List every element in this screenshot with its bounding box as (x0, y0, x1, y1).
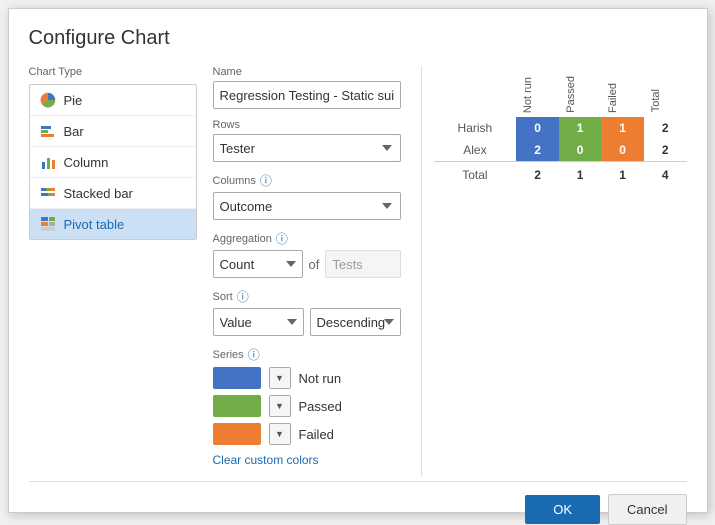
name-input[interactable] (213, 81, 401, 109)
rows-select[interactable]: Tester (213, 134, 401, 162)
passed-dropdown-btn[interactable]: ▼ (269, 395, 291, 417)
series-item-passed: ▼ Passed (213, 395, 401, 417)
sort-dir-select[interactable]: Descending (310, 308, 401, 336)
chart-type-label: Chart Type (29, 66, 197, 78)
chart-type-pie[interactable]: Pie (30, 85, 196, 116)
bar-label: Bar (64, 124, 84, 139)
col-failed: Failed (601, 66, 644, 117)
columns-select[interactable]: Outcome (213, 192, 401, 220)
columns-field-group: Columns ⓘ Outcome (213, 172, 401, 220)
bar-icon (40, 123, 56, 139)
vertical-divider (421, 66, 422, 477)
series-list: ▼ Not run ▼ Passed ▼ Failed (213, 367, 401, 445)
passed-color-swatch (213, 395, 261, 417)
total-passed: 1 (559, 161, 602, 186)
of-label: of (309, 257, 320, 272)
total-row: Total 2 1 1 4 (434, 161, 687, 186)
cell-harish-total: 2 (644, 117, 687, 139)
aggregation-info-icon[interactable]: ⓘ (276, 230, 288, 247)
clear-custom-colors-link[interactable]: Clear custom colors (213, 453, 319, 467)
name-field-group: Name (213, 66, 401, 109)
column-label: Column (64, 155, 109, 170)
total-row-header: Total (434, 161, 517, 186)
table-row: Harish 0 1 1 2 (434, 117, 687, 139)
series-field-group: Series ⓘ ▼ Not run ▼ Passed (213, 346, 401, 467)
pivot-table: Not run Passed Failed Total Harish 0 1 1 (434, 66, 687, 186)
total-grand: 4 (644, 161, 687, 186)
ok-button[interactable]: OK (525, 495, 600, 524)
stacked-bar-label: Stacked bar (64, 186, 133, 201)
chart-type-column[interactable]: Column (30, 147, 196, 178)
name-label: Name (213, 66, 401, 78)
row-header-alex: Alex (434, 139, 517, 162)
sort-select[interactable]: Value (213, 308, 304, 336)
series-info-icon[interactable]: ⓘ (248, 346, 260, 363)
table-row: Alex 2 0 0 2 (434, 139, 687, 162)
column-icon (40, 154, 56, 170)
configure-chart-dialog: Configure Chart Chart Type Pie (8, 8, 708, 513)
rows-field-group: Rows Tester (213, 119, 401, 162)
failed-label: Failed (299, 427, 334, 442)
cancel-button[interactable]: Cancel (608, 494, 686, 525)
not-run-label: Not run (299, 371, 342, 386)
dialog-body: Chart Type Pie (29, 66, 687, 477)
columns-label: Columns ⓘ (213, 172, 401, 189)
chart-type-stacked-bar[interactable]: Stacked bar (30, 178, 196, 209)
cell-alex-total: 2 (644, 139, 687, 162)
aggregation-select[interactable]: Count (213, 250, 303, 278)
cell-harish-failed: 1 (601, 117, 644, 139)
chart-type-pivot-table[interactable]: Pivot table (30, 209, 196, 239)
stacked-bar-icon (40, 185, 56, 201)
not-run-color-swatch (213, 367, 261, 389)
row-header-harish: Harish (434, 117, 517, 139)
sort-info-icon[interactable]: ⓘ (237, 288, 249, 305)
of-value: Tests (325, 250, 400, 278)
aggregation-row: Count of Tests (213, 250, 401, 278)
cell-harish-passed: 1 (559, 117, 602, 139)
cell-harish-not-run: 0 (516, 117, 559, 139)
not-run-dropdown-btn[interactable]: ▼ (269, 367, 291, 389)
dialog-title: Configure Chart (29, 27, 687, 50)
passed-label: Passed (299, 399, 342, 414)
rows-label: Rows (213, 119, 401, 131)
aggregation-label: Aggregation ⓘ (213, 230, 401, 247)
left-panel: Chart Type Pie (29, 66, 197, 477)
columns-info-icon[interactable]: ⓘ (260, 172, 272, 189)
middle-panel: Name Rows Tester Columns ⓘ Outcome (197, 66, 417, 477)
aggregation-field-group: Aggregation ⓘ Count of Tests (213, 230, 401, 278)
col-total: Total (644, 66, 687, 117)
total-failed: 1 (601, 161, 644, 186)
series-label: Series ⓘ (213, 346, 401, 363)
pivot-table-wrapper: Not run Passed Failed Total Harish 0 1 1 (434, 66, 687, 477)
cell-alex-not-run: 2 (516, 139, 559, 162)
pivot-table-label: Pivot table (64, 217, 125, 232)
col-passed: Passed (559, 66, 602, 117)
series-item-failed: ▼ Failed (213, 423, 401, 445)
chart-type-list: Pie Bar (29, 84, 197, 240)
pie-icon (40, 92, 56, 108)
dialog-footer: OK Cancel (29, 481, 687, 525)
right-panel: Not run Passed Failed Total Harish 0 1 1 (426, 66, 687, 477)
pie-label: Pie (64, 93, 83, 108)
failed-dropdown-btn[interactable]: ▼ (269, 423, 291, 445)
empty-header (434, 66, 517, 117)
col-not-run: Not run (516, 66, 559, 117)
chart-type-bar[interactable]: Bar (30, 116, 196, 147)
total-not-run: 2 (516, 161, 559, 186)
sort-field-group: Sort ⓘ Value Descending (213, 288, 401, 336)
failed-color-swatch (213, 423, 261, 445)
pivot-table-icon (40, 216, 56, 232)
cell-alex-failed: 0 (601, 139, 644, 162)
sort-row: Value Descending (213, 308, 401, 336)
cell-alex-passed: 0 (559, 139, 602, 162)
sort-label: Sort ⓘ (213, 288, 401, 305)
series-item-not-run: ▼ Not run (213, 367, 401, 389)
